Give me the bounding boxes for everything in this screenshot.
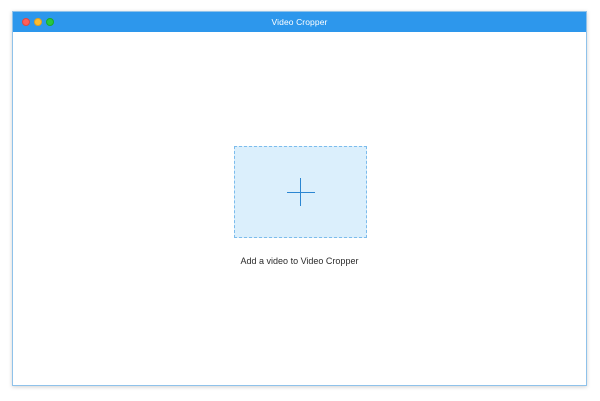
window-title: Video Cropper [271, 17, 328, 27]
title-bar[interactable]: Video Cropper [13, 12, 586, 32]
app-window: Video Cropper Add a video to Video Cropp… [12, 11, 587, 386]
plus-icon [286, 178, 315, 206]
add-video-drop-zone[interactable] [234, 146, 367, 238]
add-video-prompt: Add a video to Video Cropper [240, 256, 359, 266]
plus-icon-vertical-stroke [300, 178, 301, 206]
main-content: Add a video to Video Cropper [13, 32, 586, 385]
